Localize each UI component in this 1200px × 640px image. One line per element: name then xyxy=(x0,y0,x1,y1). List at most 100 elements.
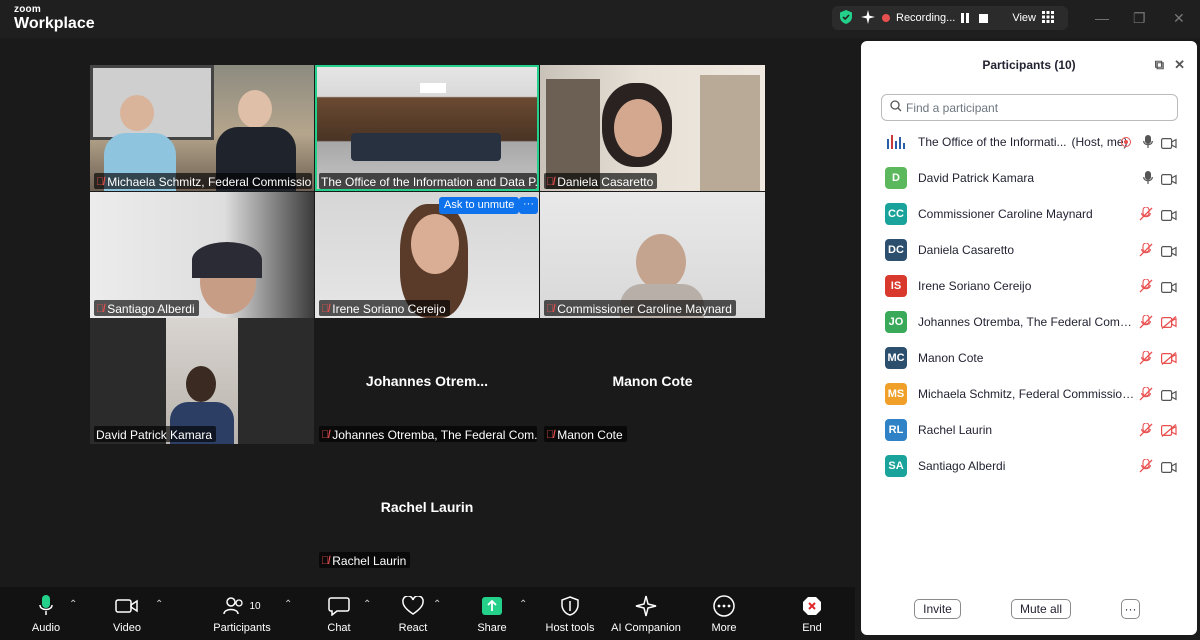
participants-panel: Participants (10) ⧉ ✕ The Office of the … xyxy=(861,41,1197,635)
meeting-toolbar: Audio ⌃ Video ⌃ 10 Participants ⌃ Chat ⌃… xyxy=(0,587,855,640)
shield-icon[interactable] xyxy=(838,9,854,28)
sparkle-icon[interactable] xyxy=(860,9,876,28)
muted-mic-icon[interactable] xyxy=(1139,314,1153,334)
react-options-caret-icon[interactable]: ⌃ xyxy=(433,599,441,610)
wall-picture xyxy=(90,65,214,140)
video-options-caret-icon[interactable]: ⌃ xyxy=(155,599,163,610)
participant-row[interactable]: RL Rachel Laurin xyxy=(861,412,1197,448)
recording-indicator-icon xyxy=(1121,137,1131,147)
share-button[interactable]: Share xyxy=(457,595,527,634)
muted-mic-icon: 🎙̸ xyxy=(321,428,330,441)
video-off-icon[interactable] xyxy=(1161,316,1177,334)
participant-row[interactable]: DC Daniela Casaretto xyxy=(861,232,1197,268)
participant-name: Commissioner Caroline Maynard xyxy=(918,207,1093,221)
search-input[interactable] xyxy=(906,100,1166,115)
person-head xyxy=(120,95,154,131)
video-tile-santiago[interactable]: 🎙̸ Santiago Alberdi xyxy=(90,192,314,318)
participant-row[interactable]: IS Irene Soriano Cereijo xyxy=(861,268,1197,304)
muted-mic-icon[interactable] xyxy=(1139,350,1153,370)
recording-dot-icon xyxy=(882,14,890,22)
muted-mic-icon[interactable] xyxy=(1139,242,1153,262)
panel-more-button[interactable]: ··· xyxy=(1121,599,1140,619)
participant-row[interactable]: JO Johannes Otremba, The Federal Commiss.… xyxy=(861,304,1197,340)
video-camera-icon[interactable] xyxy=(1161,280,1177,298)
video-camera-icon[interactable] xyxy=(1161,172,1177,190)
participants-button[interactable]: 10 Participants xyxy=(207,595,277,634)
muted-mic-icon[interactable] xyxy=(1139,422,1153,442)
participant-name: Manon Cote xyxy=(918,351,984,365)
video-off-icon[interactable] xyxy=(1161,424,1177,442)
avatar: CC xyxy=(885,203,907,225)
title-bar: zoom Workplace Recording... View — ❐ ✕ xyxy=(0,0,1200,38)
participants-options-caret-icon[interactable]: ⌃ xyxy=(284,599,292,610)
video-off-icon[interactable] xyxy=(1161,352,1177,370)
audio-label: Audio xyxy=(31,622,61,634)
more-button[interactable]: More xyxy=(689,595,759,634)
participant-name: Santiago Alberdi xyxy=(918,459,1006,473)
more-dots-icon xyxy=(713,595,735,617)
tile-label: The Office of the Information and Data P… xyxy=(319,173,537,189)
video-tile-office[interactable]: The Office of the Information and Data P… xyxy=(315,65,539,191)
muted-mic-icon[interactable] xyxy=(1139,458,1153,478)
ask-to-unmute-button[interactable]: Ask to unmute xyxy=(439,197,520,214)
muted-mic-icon[interactable] xyxy=(1139,386,1153,406)
video-tile-manon[interactable]: Manon Cote 🎙̸ Manon Cote xyxy=(540,318,765,444)
video-button[interactable]: Video xyxy=(92,595,162,634)
video-tile-daniela[interactable]: 🎙̸ Daniela Casaretto xyxy=(540,65,765,191)
participant-row[interactable]: MS Michaela Schmitz, Federal Commissioner xyxy=(861,376,1197,412)
end-meeting-button[interactable]: End xyxy=(777,595,847,634)
video-tile-michaela[interactable]: 🎙̸ Michaela Schmitz, Federal Commissio... xyxy=(90,65,314,191)
pause-recording-icon[interactable] xyxy=(961,13,970,23)
video-tile-david[interactable]: David Patrick Kamara xyxy=(90,318,314,444)
chat-bubble-icon xyxy=(328,595,350,617)
audio-options-caret-icon[interactable]: ⌃ xyxy=(69,599,77,610)
muted-mic-icon: 🎙̸ xyxy=(546,175,555,188)
stop-recording-icon[interactable] xyxy=(979,13,989,23)
view-label[interactable]: View xyxy=(1012,12,1036,24)
host-tools-button[interactable]: Host tools xyxy=(535,595,605,634)
video-tile-caroline[interactable]: 🎙̸ Commissioner Caroline Maynard xyxy=(540,192,765,318)
microphone-icon[interactable] xyxy=(1143,135,1153,154)
video-camera-icon[interactable] xyxy=(1161,244,1177,262)
participant-row[interactable]: SA Santiago Alberdi xyxy=(861,448,1197,484)
sparkle-icon xyxy=(635,595,657,617)
tile-more-button[interactable]: ··· xyxy=(519,197,538,214)
participant-row[interactable]: CC Commissioner Caroline Maynard xyxy=(861,196,1197,232)
chat-label: Chat xyxy=(327,622,351,634)
bookshelf xyxy=(700,75,760,191)
video-tile-rachel[interactable]: Rachel Laurin 🎙̸ Rachel Laurin xyxy=(315,444,539,570)
ai-companion-label: AI Companion xyxy=(611,622,681,634)
tile-label: 🎙̸ Irene Soriano Cereijo xyxy=(319,300,450,316)
muted-mic-icon[interactable] xyxy=(1139,278,1153,298)
chat-options-caret-icon[interactable]: ⌃ xyxy=(363,599,371,610)
close-window-icon[interactable]: ✕ xyxy=(1173,10,1185,27)
video-camera-icon[interactable] xyxy=(1161,388,1177,406)
microphone-icon[interactable] xyxy=(1143,171,1153,190)
participant-search[interactable] xyxy=(881,94,1178,121)
grid-view-icon[interactable] xyxy=(1041,10,1054,26)
video-camera-icon[interactable] xyxy=(1161,136,1177,154)
ai-companion-button[interactable]: AI Companion xyxy=(611,595,681,634)
share-options-caret-icon[interactable]: ⌃ xyxy=(519,599,527,610)
video-camera-icon[interactable] xyxy=(1161,208,1177,226)
brand-line1: zoom xyxy=(14,4,41,15)
participant-row[interactable]: The Office of the Informati... (Host, me… xyxy=(861,124,1197,160)
pop-out-icon[interactable]: ⧉ xyxy=(1155,57,1164,73)
person-head xyxy=(636,234,686,290)
muted-mic-icon: 🎙̸ xyxy=(321,554,330,567)
muted-mic-icon[interactable] xyxy=(1139,206,1153,226)
participants-label: Participants xyxy=(213,622,271,634)
video-tile-johannes[interactable]: Johannes Otrem... 🎙̸ Johannes Otremba, Th… xyxy=(315,318,539,444)
participant-row[interactable]: MC Manon Cote xyxy=(861,340,1197,376)
minimize-icon[interactable]: — xyxy=(1095,10,1109,26)
shield-icon xyxy=(561,595,579,617)
muted-mic-icon: 🎙̸ xyxy=(96,175,105,188)
recording-label: Recording... xyxy=(896,12,956,24)
close-icon[interactable]: ✕ xyxy=(1174,57,1185,73)
video-camera-icon[interactable] xyxy=(1161,460,1177,478)
host-tools-label: Host tools xyxy=(545,622,595,634)
mute-all-button[interactable]: Mute all xyxy=(1011,599,1071,619)
restore-icon[interactable]: ❐ xyxy=(1133,10,1146,27)
participant-row[interactable]: D David Patrick Kamara xyxy=(861,160,1197,196)
invite-button[interactable]: Invite xyxy=(914,599,961,619)
